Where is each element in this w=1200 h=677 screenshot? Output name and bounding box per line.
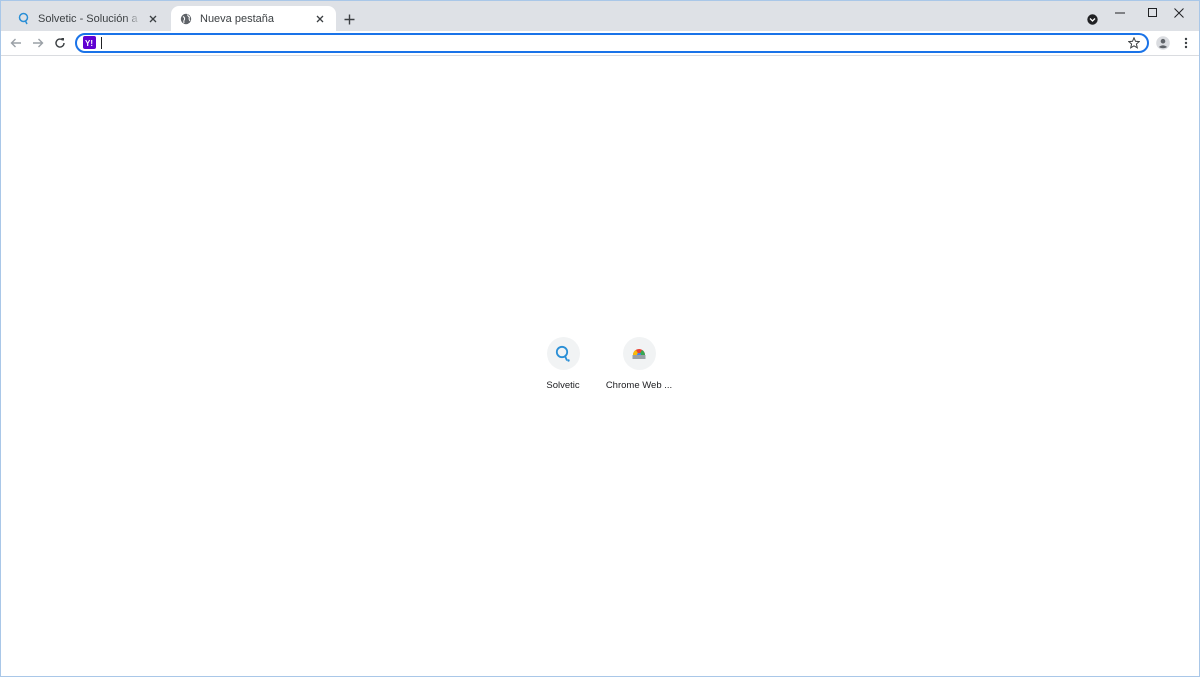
chevron-down-icon bbox=[1086, 13, 1098, 25]
plus-icon bbox=[344, 14, 354, 24]
new-tab-button[interactable] bbox=[340, 10, 358, 28]
solvetic-icon bbox=[546, 337, 580, 370]
back-button[interactable] bbox=[6, 33, 26, 53]
close-window-button[interactable] bbox=[1156, 1, 1200, 25]
tab-strip: Solvetic - Solución a los problemas Nuev… bbox=[1, 1, 1199, 31]
tab-title: Solvetic - Solución a los problemas bbox=[38, 12, 141, 25]
close-tab-icon[interactable] bbox=[312, 11, 328, 27]
profile-button[interactable] bbox=[1153, 33, 1173, 53]
arrow-left-icon bbox=[10, 38, 21, 48]
more-vertical-icon bbox=[1184, 37, 1188, 49]
omnibox[interactable]: Y! bbox=[75, 33, 1149, 53]
tab-title: Nueva pestaña bbox=[200, 12, 274, 25]
tab-new-tab[interactable]: Nueva pestaña bbox=[171, 6, 336, 31]
avatar-icon bbox=[1156, 36, 1170, 50]
reload-button[interactable] bbox=[50, 33, 70, 53]
forward-button[interactable] bbox=[28, 33, 48, 53]
browser-window: Solvetic - Solución a los problemas Nuev… bbox=[0, 0, 1200, 677]
address-input[interactable] bbox=[100, 35, 1110, 51]
shortcut-solvetic[interactable]: Solvetic bbox=[525, 337, 601, 391]
arrow-right-icon bbox=[33, 38, 44, 48]
toolbar: Y! bbox=[1, 31, 1199, 56]
menu-button[interactable] bbox=[1176, 33, 1196, 53]
close-tab-icon[interactable] bbox=[145, 11, 161, 27]
shortcut-chrome-web-store[interactable]: Chrome Web ... bbox=[601, 337, 677, 391]
shortcut-label: Chrome Web ... bbox=[605, 380, 673, 391]
solvetic-icon bbox=[17, 12, 31, 26]
minimize-icon bbox=[1115, 12, 1125, 14]
bookmark-star-icon[interactable] bbox=[1127, 36, 1141, 50]
close-icon bbox=[1174, 8, 1184, 18]
yahoo-icon: Y! bbox=[83, 36, 96, 49]
globe-icon bbox=[179, 12, 193, 26]
tab-solvetic[interactable]: Solvetic - Solución a los problemas bbox=[9, 6, 169, 31]
chrome-web-store-icon bbox=[622, 337, 656, 370]
text-caret bbox=[101, 37, 102, 49]
reload-icon bbox=[55, 38, 65, 48]
shortcut-label: Solvetic bbox=[546, 380, 580, 391]
svg-text:Y!: Y! bbox=[85, 39, 93, 47]
